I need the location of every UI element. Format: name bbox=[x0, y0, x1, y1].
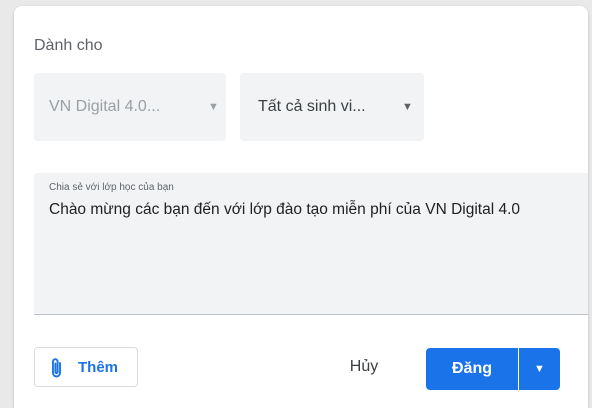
post-dialog: Dành cho VN Digital 4.0... ▼ Tất cả sinh… bbox=[14, 6, 588, 408]
audience-label: Dành cho bbox=[34, 37, 103, 54]
caret-down-icon: ▼ bbox=[208, 101, 219, 113]
students-select[interactable]: Tất cả sinh vi... ▼ bbox=[240, 73, 424, 141]
class-select-value: VN Digital 4.0... bbox=[49, 98, 161, 115]
post-options-button[interactable]: ▼ bbox=[519, 348, 560, 390]
paperclip-icon bbox=[52, 358, 61, 378]
share-textarea-label: Chia sẻ với lớp học của bạn bbox=[49, 182, 174, 193]
cancel-button[interactable]: Hủy bbox=[336, 347, 392, 387]
add-attachment-label: Thêm bbox=[78, 359, 119, 376]
students-select-value: Tất cả sinh vi... bbox=[258, 98, 366, 115]
caret-down-icon: ▼ bbox=[402, 101, 413, 113]
share-textarea-value[interactable]: Chào mừng các bạn đến với lớp đào tạo mi… bbox=[49, 201, 520, 219]
add-attachment-button[interactable]: Thêm bbox=[34, 347, 138, 387]
post-button[interactable]: Đăng bbox=[426, 348, 518, 390]
share-textarea[interactable]: Chia sẻ với lớp học của bạn Chào mừng cá… bbox=[34, 173, 588, 315]
caret-down-icon: ▼ bbox=[534, 363, 545, 375]
class-select[interactable]: VN Digital 4.0... ▼ bbox=[34, 73, 226, 141]
